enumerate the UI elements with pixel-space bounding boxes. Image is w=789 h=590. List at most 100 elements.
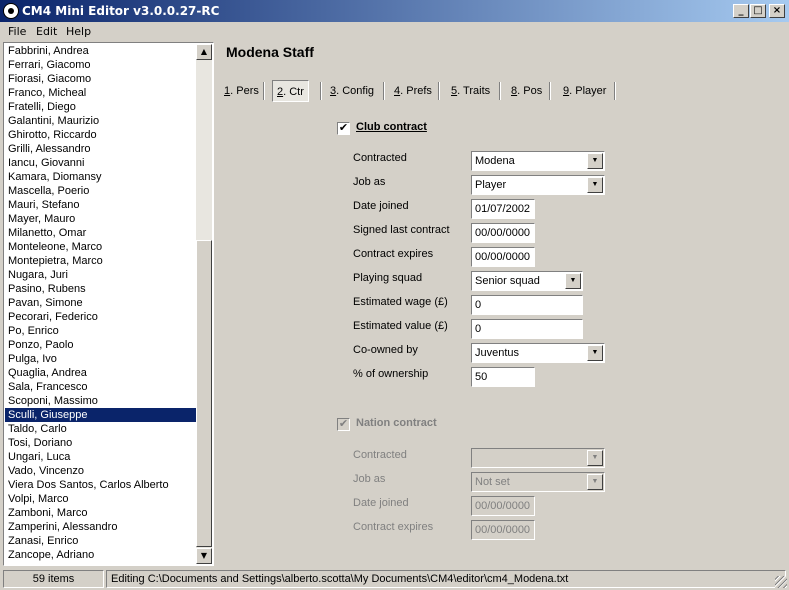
date-joined-field[interactable]: 01/07/2002 (471, 199, 535, 219)
chevron-down-icon[interactable]: ▼ (587, 177, 603, 193)
scroll-down-icon[interactable]: ▼ (196, 548, 212, 564)
tab-config[interactable]: 3. Config (326, 80, 378, 102)
list-item[interactable]: Pavan, Simone (5, 296, 198, 310)
list-item[interactable]: Taldo, Carlo (5, 422, 198, 436)
contracted-select[interactable]: Modena ▼ (471, 151, 605, 171)
list-item[interactable]: Franco, Micheal (5, 86, 198, 100)
list-item[interactable]: Zamboni, Marco (5, 506, 198, 520)
list-item[interactable]: Ferrari, Giacomo (5, 58, 198, 72)
list-item[interactable]: Zancope, Adriano (5, 548, 198, 562)
app-icon[interactable] (3, 3, 19, 19)
list-item[interactable]: Ungari, Luca (5, 450, 198, 464)
contract-expires-label: Contract expires (353, 248, 434, 260)
resize-grip-icon[interactable] (775, 576, 787, 588)
club-contract-checkbox[interactable]: ✔ (337, 122, 350, 135)
list-item[interactable]: Montepietra, Marco (5, 254, 198, 268)
list-item[interactable]: Sala, Francesco (5, 380, 198, 394)
list-item[interactable]: Kamara, Diomansy (5, 170, 198, 184)
list-item[interactable]: Pecorari, Federico (5, 310, 198, 324)
contract-expires-field[interactable]: 00/00/0000 (471, 247, 535, 267)
list-item[interactable]: Volpi, Marco (5, 492, 198, 506)
list-item[interactable]: Viera Dos Santos, Carlos Alberto (5, 478, 198, 492)
list-item[interactable]: Fiorasi, Giacomo (5, 72, 198, 86)
list-item[interactable]: Galantini, Maurizio (5, 114, 198, 128)
list-item[interactable]: Ponzo, Paolo (5, 338, 198, 352)
app-window: CM4 Mini Editor v3.0.0.27-RC _ □ × File … (0, 0, 789, 590)
editing-path: Editing C:\Documents and Settings\albert… (106, 570, 786, 588)
chevron-down-icon[interactable]: ▼ (587, 450, 603, 466)
staff-list[interactable]: Fabbrini, Andrea Ferrari, Giacomo Fiorasi,… (3, 42, 214, 566)
list-item[interactable]: Zanasi, Enrico (5, 534, 198, 548)
maximize-button[interactable]: □ (750, 4, 766, 18)
list-item[interactable]: Mascella, Poerio (5, 184, 198, 198)
list-item[interactable]: Milanetto, Omar (5, 226, 198, 240)
estimated-wage-label: Estimated wage (£) (353, 296, 448, 308)
menu-help[interactable]: Help (66, 25, 91, 38)
nation-job-as-label: Job as (353, 473, 386, 485)
window-title: CM4 Mini Editor v3.0.0.27-RC (22, 4, 220, 18)
list-item[interactable]: Grilli, Alessandro (5, 142, 198, 156)
title-bar[interactable]: CM4 Mini Editor v3.0.0.27-RC _ □ × (0, 0, 789, 22)
item-count: 59 items (3, 570, 104, 588)
signed-last-contract-field[interactable]: 00/00/0000 (471, 223, 535, 243)
ownership-field[interactable]: 50 (471, 367, 535, 387)
chevron-down-icon[interactable]: ▼ (587, 345, 603, 361)
nation-contract-expires-label: Contract expires (353, 521, 434, 533)
co-owned-by-select[interactable]: Juventus ▼ (471, 343, 605, 363)
nation-contracted-label: Contracted (353, 449, 407, 461)
club-contract-label: Club contract (356, 121, 427, 133)
minimize-button[interactable]: _ (733, 4, 749, 18)
job-as-select[interactable]: Player ▼ (471, 175, 605, 195)
list-item[interactable]: Iancu, Giovanni (5, 156, 198, 170)
contracted-label: Contracted (353, 152, 407, 164)
list-item[interactable]: Fratelli, Diego (5, 100, 198, 114)
list-item[interactable]: Vado, Vincenzo (5, 464, 198, 478)
tab-traits[interactable]: 5. Traits (447, 80, 494, 102)
tab-ctr[interactable]: 2. Ctr (272, 80, 309, 102)
estimated-wage-field[interactable]: 0 (471, 295, 583, 315)
nation-contracted-select[interactable]: ▼ (471, 448, 605, 468)
menu-file[interactable]: File (8, 25, 26, 38)
list-item[interactable]: Po, Enrico (5, 324, 198, 338)
nation-date-joined-field[interactable]: 00/00/0000 (471, 496, 535, 516)
date-joined-label: Date joined (353, 200, 409, 212)
menu-edit[interactable]: Edit (36, 25, 57, 38)
nation-contract-label: Nation contract (356, 417, 437, 429)
list-scrollbar[interactable]: ▲ ▼ (196, 44, 212, 564)
list-item[interactable]: Nugara, Juri (5, 268, 198, 282)
list-item[interactable]: Monteleone, Marco (5, 240, 198, 254)
list-item[interactable]: Pulga, Ivo (5, 352, 198, 366)
playing-squad-select[interactable]: Senior squad ▼ (471, 271, 583, 291)
list-item[interactable]: Quaglia, Andrea (5, 366, 198, 380)
playing-squad-label: Playing squad (353, 272, 423, 284)
list-item[interactable]: Sculli, Giuseppe (5, 408, 198, 422)
estimated-value-field[interactable]: 0 (471, 319, 583, 339)
status-bar: 59 items Editing C:\Documents and Settin… (0, 568, 789, 590)
list-item[interactable]: Mayer, Mauro (5, 212, 198, 226)
scroll-thumb[interactable] (196, 240, 212, 547)
close-button[interactable]: × (769, 4, 785, 18)
list-item[interactable]: Pasino, Rubens (5, 282, 198, 296)
tab-player[interactable]: 9. Player (559, 80, 610, 102)
nation-contract-checkbox[interactable]: ✔ (337, 418, 350, 431)
list-item[interactable]: Scoponi, Massimo (5, 394, 198, 408)
signed-last-contract-label: Signed last contract (353, 224, 450, 236)
list-item[interactable]: Tosi, Doriano (5, 436, 198, 450)
chevron-down-icon[interactable]: ▼ (587, 153, 603, 169)
list-item[interactable]: Fabbrini, Andrea (5, 44, 198, 58)
nation-job-as-select[interactable]: Not set ▼ (471, 472, 605, 492)
list-item[interactable]: Zamperini, Alessandro (5, 520, 198, 534)
chevron-down-icon[interactable]: ▼ (565, 273, 581, 289)
nation-contract-expires-field[interactable]: 00/00/0000 (471, 520, 535, 540)
menu-bar: File Edit Help (0, 22, 789, 41)
tab-pos[interactable]: 8. Pos (507, 80, 546, 102)
tab-pers[interactable]: 1. Pers (220, 80, 263, 102)
nation-date-joined-label: Date joined (353, 497, 409, 509)
chevron-down-icon[interactable]: ▼ (587, 474, 603, 490)
ownership-label: % of ownership (353, 368, 429, 380)
estimated-value-label: Estimated value (£) (353, 320, 448, 332)
scroll-up-icon[interactable]: ▲ (196, 44, 212, 60)
list-item[interactable]: Ghirotto, Riccardo (5, 128, 198, 142)
list-item[interactable]: Mauri, Stefano (5, 198, 198, 212)
tab-prefs[interactable]: 4. Prefs (390, 80, 436, 102)
